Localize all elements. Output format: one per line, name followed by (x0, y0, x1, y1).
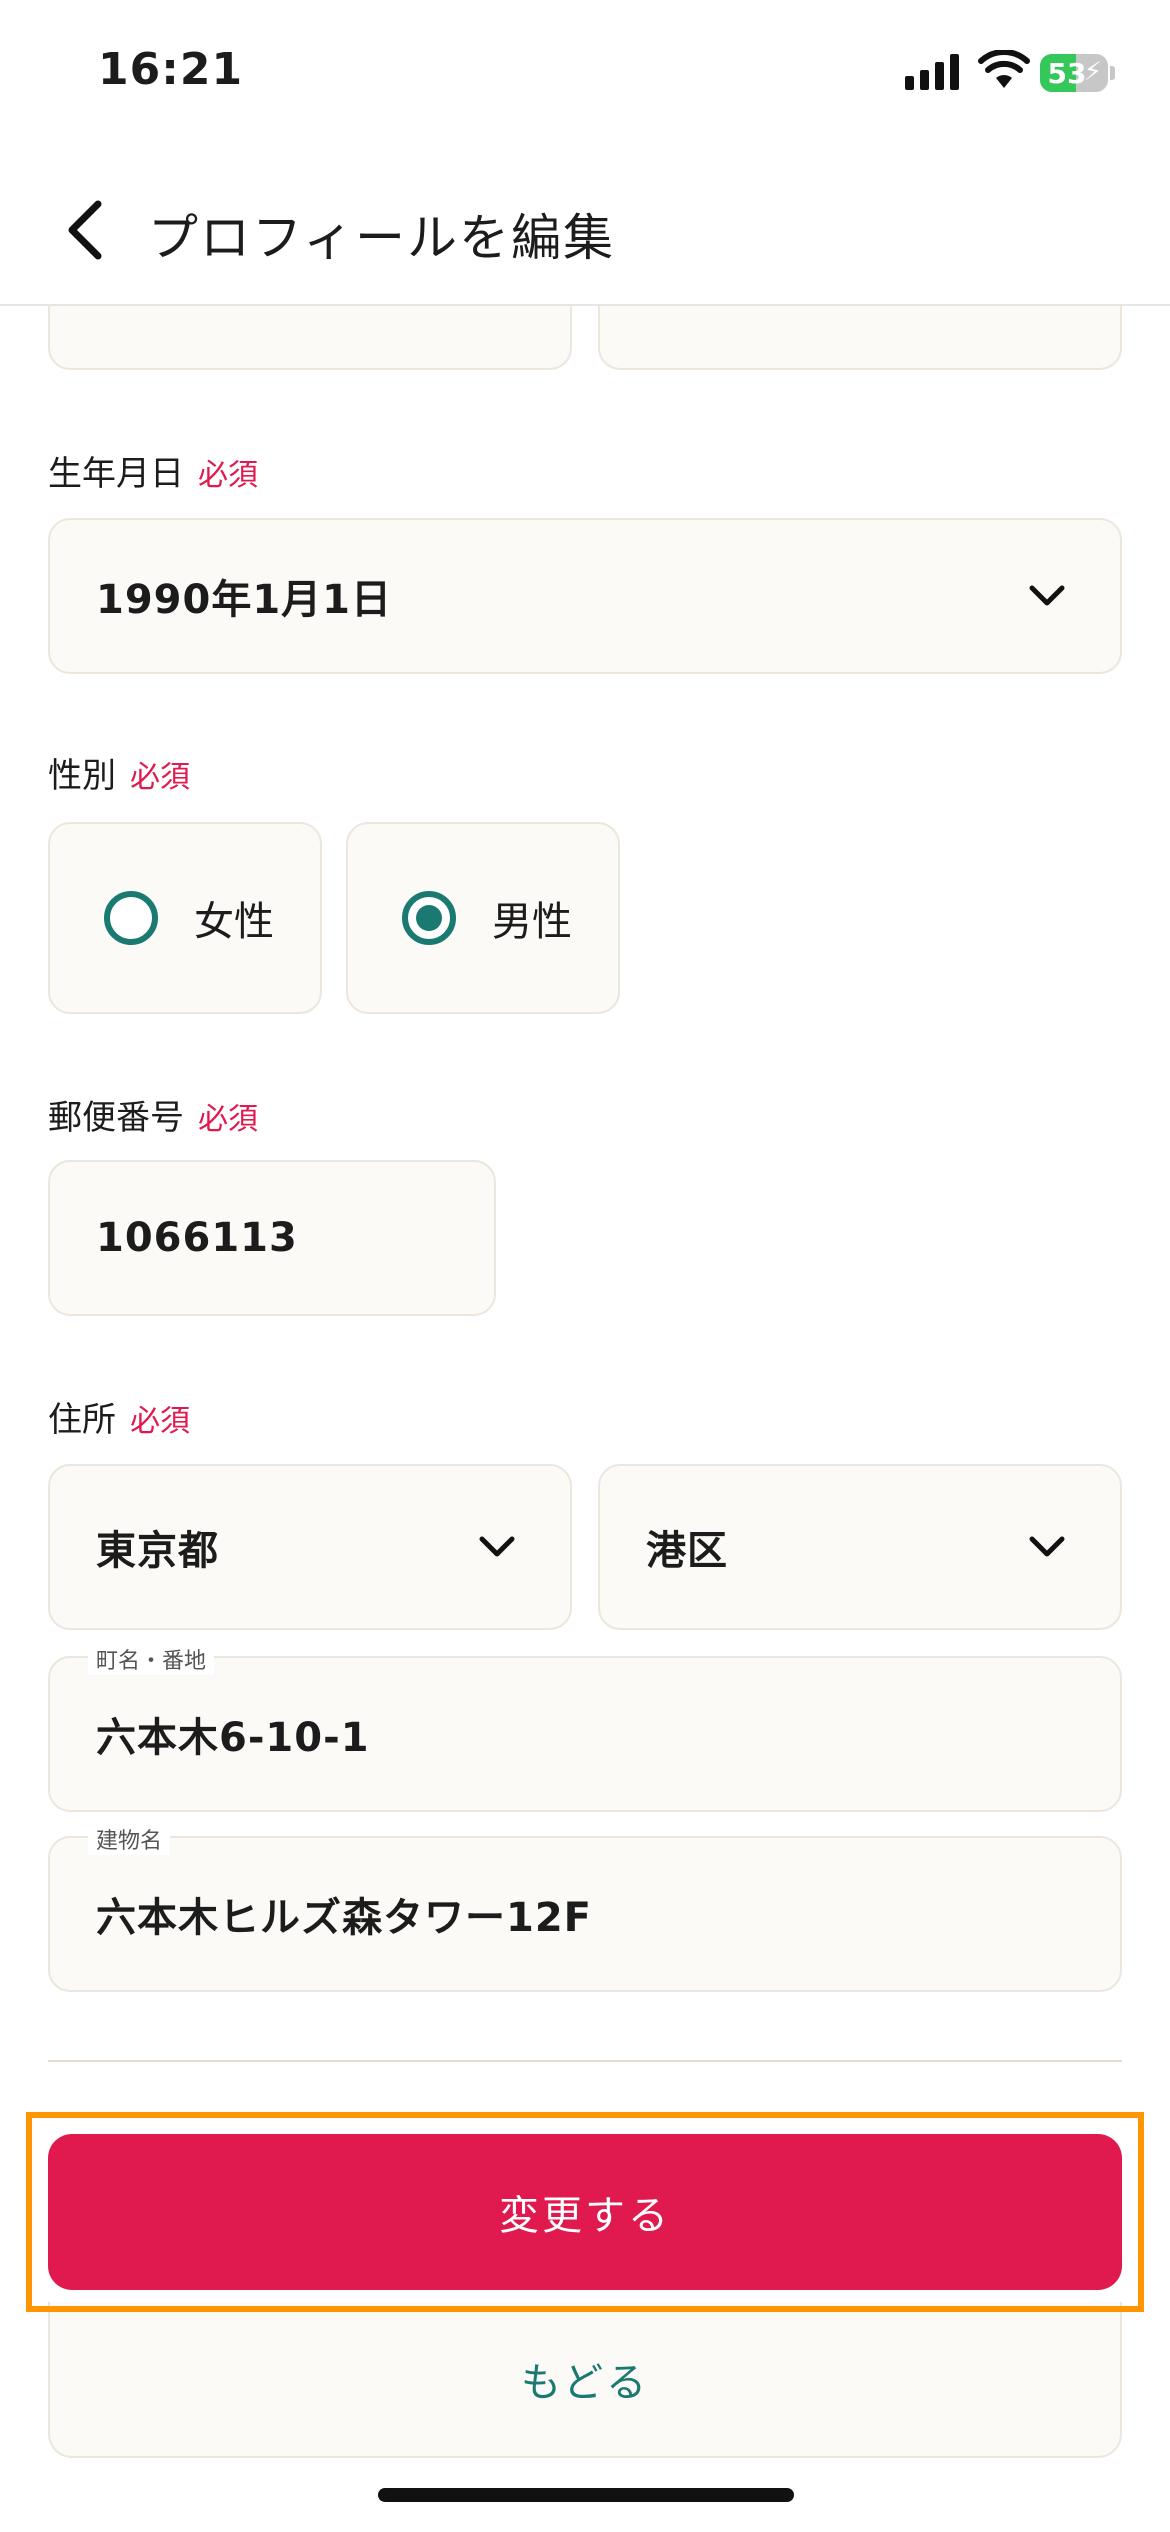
building-value: 六本木ヒルズ森タワー12F (96, 1895, 592, 1941)
gender-option-label: 男性 (492, 899, 572, 945)
building-field-label: 建物名 (88, 1823, 171, 1855)
gender-option-male[interactable]: 男性 (346, 822, 620, 1014)
wifi-icon (978, 50, 1030, 88)
city-select[interactable]: 港区 (598, 1464, 1122, 1630)
radio-selected-icon (402, 891, 456, 945)
birthdate-label: 生年月日 必須 (48, 454, 258, 494)
street-value: 六本木6-10-1 (96, 1715, 370, 1761)
app-header: プロフィールを編集 (0, 150, 1170, 306)
chevron-down-icon (1029, 1536, 1065, 1557)
required-badge: 必須 (198, 1102, 258, 1137)
required-badge: 必須 (130, 760, 190, 795)
battery-cap (1110, 66, 1115, 80)
radio-unselected-icon (104, 891, 158, 945)
chevron-down-icon (479, 1536, 515, 1557)
chevron-down-icon (1029, 585, 1065, 606)
battery-icon: 53 ⚡ (1040, 54, 1108, 92)
required-badge: 必須 (130, 1404, 190, 1439)
prefecture-select[interactable]: 東京都 (48, 1464, 572, 1630)
birthdate-value: 1990年1月1日 (96, 577, 392, 623)
street-field-label: 町名・番地 (88, 1643, 215, 1675)
gender-label: 性別 必須 (48, 756, 190, 796)
page-title: プロフィールを編集 (148, 209, 615, 267)
postal-code-label: 郵便番号 必須 (48, 1098, 258, 1138)
back-button[interactable]: もどる (48, 2302, 1122, 2458)
gender-option-label: 女性 (194, 899, 274, 945)
city-value: 港区 (646, 1528, 728, 1574)
divider (48, 2060, 1122, 2062)
street-input[interactable]: 六本木6-10-1 (48, 1656, 1122, 1812)
status-time: 16:21 (98, 44, 244, 95)
home-indicator (378, 2488, 794, 2502)
prefecture-value: 東京都 (96, 1528, 219, 1574)
address-label: 住所 必須 (48, 1400, 190, 1440)
postal-code-input[interactable]: 1066113 (48, 1160, 496, 1316)
required-badge: 必須 (198, 458, 258, 493)
birthdate-select[interactable]: 1990年1月1日 (48, 518, 1122, 674)
cellular-signal-icon (905, 52, 959, 90)
back-chevron-icon[interactable] (62, 198, 110, 262)
gender-option-female[interactable]: 女性 (48, 822, 322, 1014)
submit-button[interactable]: 変更する (48, 2134, 1122, 2290)
building-input[interactable]: 六本木ヒルズ森タワー12F (48, 1836, 1122, 1992)
postal-code-value: 1066113 (96, 1215, 298, 1261)
